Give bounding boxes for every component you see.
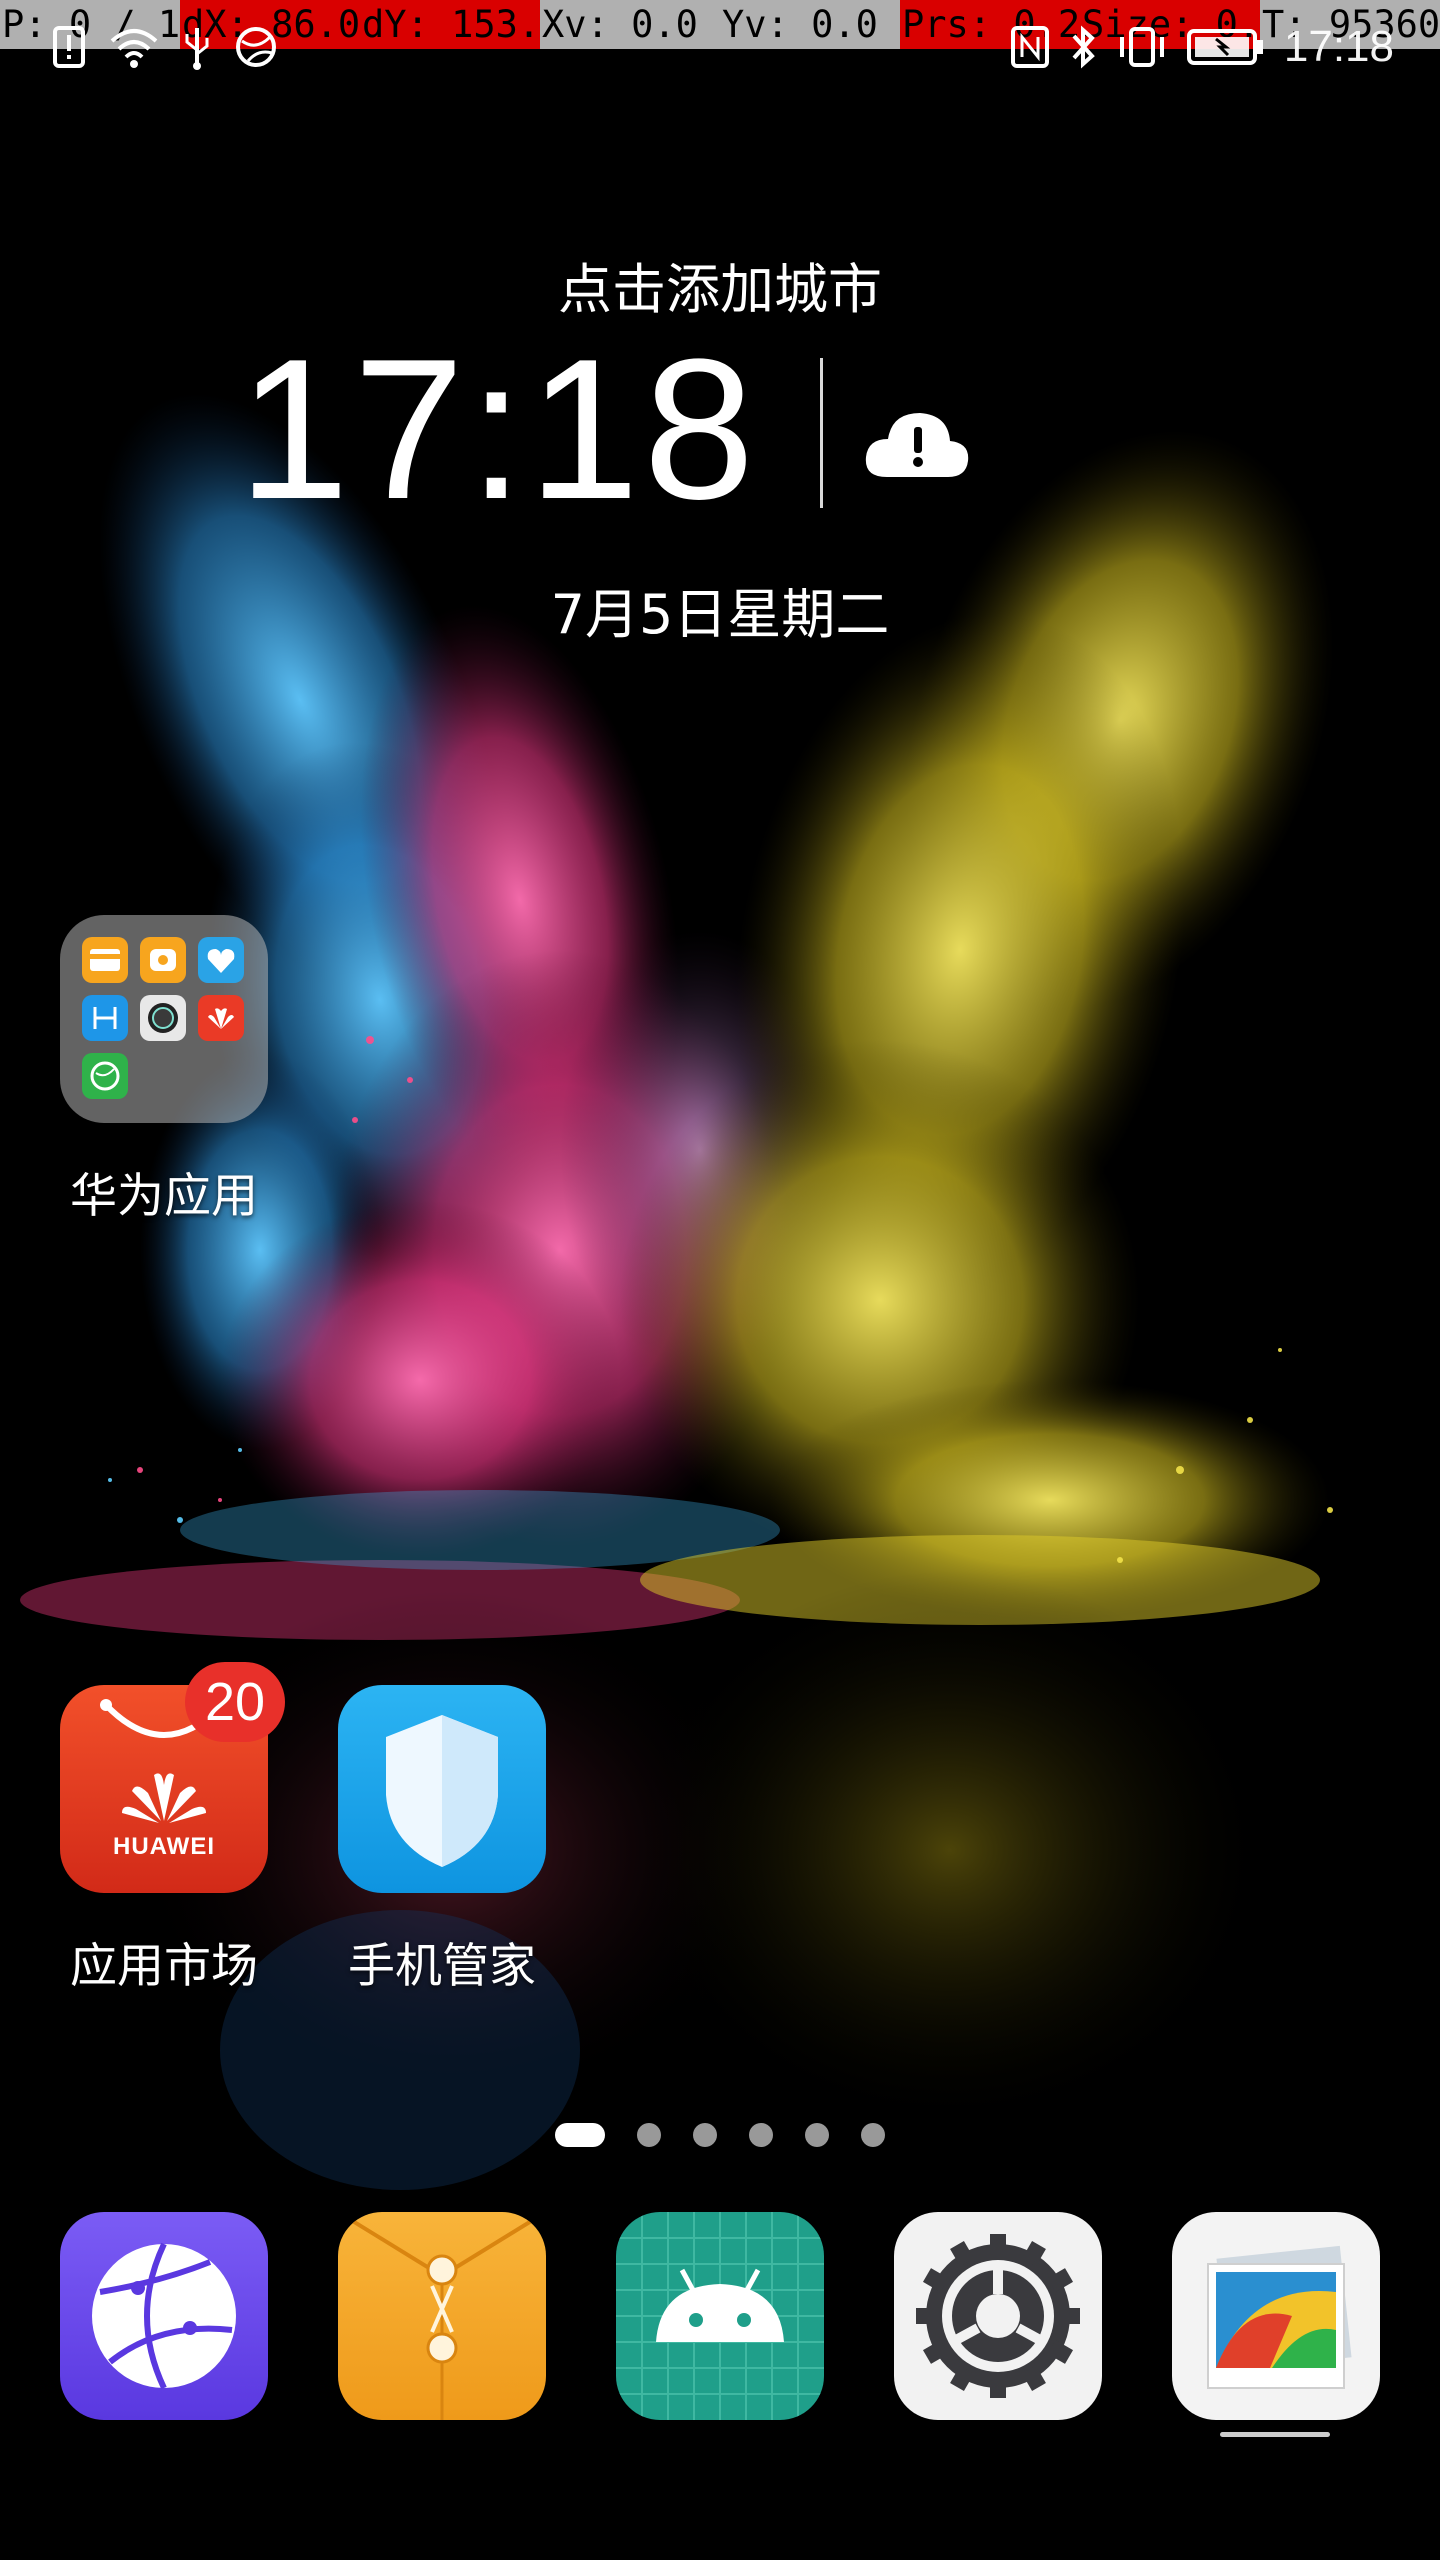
debug-dy: dY: 153.0 — [360, 0, 540, 49]
battery-icon — [1186, 25, 1266, 69]
status-time: 17:18 — [1283, 22, 1394, 71]
page-dot[interactable] — [637, 2123, 661, 2147]
vibrate-icon — [1116, 25, 1168, 69]
android-dock-app[interactable] — [616, 2212, 824, 2420]
page-dot[interactable] — [693, 2123, 717, 2147]
widget-divider — [820, 358, 823, 508]
clock-time[interactable]: 17:18 — [238, 320, 755, 540]
notification-badge: 20 — [185, 1662, 285, 1742]
folder-label: 华为应用 — [70, 1169, 258, 1224]
huawei-icon — [198, 995, 244, 1041]
health-icon — [198, 937, 244, 983]
tips-icon — [140, 937, 186, 983]
status-bar-right: 17:18 — [1010, 22, 1394, 72]
browser-dock-app[interactable] — [60, 2212, 268, 2420]
page-dot-active[interactable] — [555, 2123, 605, 2147]
browser-globe-icon — [92, 2242, 236, 2390]
app-market-label: 应用市场 — [70, 1939, 258, 1994]
home-indicator — [1220, 2432, 1330, 2437]
page-dot[interactable] — [749, 2123, 773, 2147]
bluetooth-icon — [1068, 24, 1098, 70]
huawei-apps-folder[interactable]: 华为应用 — [44, 915, 284, 1226]
page-dot[interactable] — [861, 2123, 885, 2147]
watch-icon — [140, 995, 186, 1041]
folder-tile[interactable] — [60, 915, 268, 1123]
phone-manager-label: 手机管家 — [348, 1939, 536, 1994]
phone-manager-tile[interactable] — [338, 1685, 546, 1893]
shield-icon — [386, 1715, 498, 1867]
files-dock-app[interactable] — [338, 2212, 546, 2420]
files-folder-icon — [338, 2212, 546, 2420]
debug-xv: Xv: 0.0 — [542, 3, 698, 46]
gear-icon — [916, 2234, 1080, 2398]
usb-icon — [182, 24, 212, 70]
browser-icon — [82, 1053, 128, 1099]
status-bar-left — [52, 22, 278, 72]
home-screen: P: 0 / 1 dX: 86.0 dY: 153.0 Xv: 0.0 Yv: … — [0, 0, 1440, 2560]
page-dot[interactable] — [805, 2123, 829, 2147]
settings-dock-app[interactable] — [894, 2212, 1102, 2420]
gallery-dock-app[interactable] — [1172, 2212, 1380, 2420]
cloud-alert-icon[interactable] — [862, 405, 972, 489]
date-display[interactable]: 7月5日星期二 — [0, 570, 1440, 649]
wifi-icon — [108, 25, 160, 69]
globe-icon — [234, 25, 278, 69]
alert-icon — [52, 25, 86, 69]
nfc-icon — [1010, 25, 1050, 69]
phone-manager-app[interactable]: 手机管家 — [322, 1685, 562, 1996]
huawei-health-icon — [82, 995, 128, 1041]
huawei-brand-text: HUAWEI — [113, 1833, 215, 1860]
add-city-prompt[interactable]: 点击添加城市 — [0, 245, 1440, 324]
gallery-photo-icon — [1207, 2245, 1352, 2389]
debug-yv: Yv: 0.0 — [722, 3, 878, 46]
wallet-icon — [82, 937, 128, 983]
page-indicator[interactable] — [555, 2120, 885, 2150]
android-icon — [616, 2212, 824, 2420]
